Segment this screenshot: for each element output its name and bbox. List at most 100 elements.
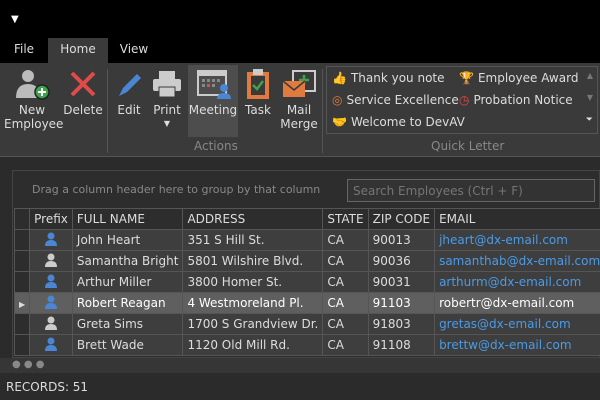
row-indicator — [13, 229, 31, 251]
female-user-icon — [45, 316, 58, 330]
stopwatch-icon: ◷ — [459, 93, 470, 107]
quick-access-dropdown-icon[interactable]: ▼ — [11, 14, 19, 25]
quick-letter-welcome[interactable]: 🤝 Welcome to DevAV — [332, 115, 465, 129]
ribbon-tabs: File Home View — [0, 38, 600, 63]
table-row[interactable]: Samantha Bright 5801 Wilshire Blvd. CA 9… — [13, 250, 600, 272]
table-row[interactable]: Arthur Miller 3800 Homer St. CA 90031 ar… — [13, 271, 600, 293]
search-employees-input[interactable] — [347, 179, 595, 202]
prefix-cell — [29, 229, 73, 251]
full-name-cell: Robert Reagan — [71, 292, 184, 314]
column-header-address[interactable]: ADDRESS — [182, 208, 324, 230]
meeting-button[interactable]: Meeting — [188, 65, 238, 137]
title-bar: ▼ — [0, 0, 600, 38]
column-header-zip-code[interactable]: ZIP CODE — [367, 208, 436, 230]
quick-letter-employee-award[interactable]: 🏆 Employee Award — [459, 71, 578, 85]
mail-merge-button[interactable]: Mail Merge — [278, 65, 320, 137]
male-user-icon — [45, 337, 58, 351]
task-button[interactable]: Task — [240, 65, 276, 137]
records-count: RECORDS: 51 — [6, 380, 89, 394]
row-indicator — [13, 313, 31, 335]
full-name-cell: John Heart — [71, 229, 184, 251]
email-link[interactable]: gretas@dx-email.com — [434, 313, 600, 335]
indicator-header — [13, 208, 31, 230]
table-row[interactable]: Greta Sims 1700 S Grandview Dr. CA 91803… — [13, 313, 600, 335]
envelope-plus-icon — [278, 65, 320, 103]
address-cell: 351 S Hill St. — [182, 229, 324, 251]
new-employee-button[interactable]: New Employee — [4, 65, 63, 137]
address-cell: 3800 Homer St. — [182, 271, 324, 293]
column-header-full-name[interactable]: FULL NAME — [71, 208, 184, 230]
clipboard-check-icon — [240, 65, 276, 103]
state-cell: CA — [322, 292, 369, 314]
email-link[interactable]: brettw@dx-email.com — [434, 334, 600, 356]
state-cell: CA — [322, 250, 369, 272]
quick-letter-group-label: Quick Letter — [431, 139, 505, 153]
row-indicator — [13, 334, 31, 356]
zip-code-cell: 90013 — [367, 229, 436, 251]
email-link[interactable]: robertr@dx-email.com — [434, 292, 600, 314]
gallery-expand-icon[interactable]: ⏷ — [586, 115, 593, 125]
more-indicator[interactable]: ● ● ● — [0, 358, 600, 373]
address-cell: 1700 S Grandview Dr. — [182, 313, 324, 335]
zip-code-cell: 91803 — [367, 313, 436, 335]
delete-x-icon — [62, 65, 104, 103]
male-user-icon — [45, 295, 58, 309]
calendar-user-icon — [188, 65, 238, 103]
male-user-icon — [45, 232, 58, 246]
add-user-icon — [4, 65, 60, 103]
column-header-state[interactable]: STATE — [322, 208, 369, 230]
printer-icon — [148, 65, 186, 103]
full-name-cell: Arthur Miller — [71, 271, 184, 293]
employee-table: Prefix FULL NAME ADDRESS STATE ZIP CODE … — [13, 208, 600, 356]
medal-icon: ◎ — [332, 93, 343, 107]
pencil-icon — [112, 65, 146, 103]
quick-letter-probation-notice[interactable]: ◷ Probation Notice — [459, 93, 573, 107]
gallery-scroll-down-icon[interactable]: ▼ — [587, 93, 593, 102]
row-indicator: ▶ — [13, 292, 31, 314]
full-name-cell: Brett Wade — [71, 334, 184, 356]
gallery-scroll-up-icon[interactable]: ▲ — [587, 71, 593, 80]
table-row[interactable]: John Heart 351 S Hill St. CA 90013 jhear… — [13, 229, 600, 251]
tab-file[interactable]: File — [5, 38, 43, 63]
delete-button[interactable]: Delete — [62, 65, 104, 137]
full-name-cell: Samantha Bright — [71, 250, 184, 272]
state-cell: CA — [322, 229, 369, 251]
prefix-cell — [29, 313, 73, 335]
row-indicator — [13, 250, 31, 272]
graduate-icon — [45, 253, 58, 267]
trophy-icon: 🏆 — [459, 71, 474, 85]
table-row[interactable]: ▶ Robert Reagan 4 Westmoreland Pl. CA 91… — [13, 292, 600, 314]
separator — [322, 69, 323, 153]
male-user-icon — [45, 274, 58, 288]
thumbs-up-icon: 👍 — [332, 71, 347, 85]
prefix-cell — [29, 271, 73, 293]
quick-letter-thank-you-note[interactable]: 👍 Thank you note — [332, 71, 445, 85]
group-panel[interactable]: Drag a column header here to group by th… — [32, 183, 320, 196]
zip-code-cell: 90036 — [367, 250, 436, 272]
address-cell: 5801 Wilshire Blvd. — [182, 250, 324, 272]
address-cell: 4 Westmoreland Pl. — [182, 292, 324, 314]
column-header-email[interactable]: EMAIL — [434, 208, 600, 230]
tab-home[interactable]: Home — [48, 38, 108, 63]
separator — [107, 69, 108, 153]
state-cell: CA — [322, 313, 369, 335]
prefix-cell — [29, 292, 73, 314]
email-link[interactable]: samanthab@dx-email.com — [434, 250, 600, 272]
email-link[interactable]: jheart@dx-email.com — [434, 229, 600, 251]
print-button[interactable]: Print ▼ — [148, 65, 186, 137]
quick-letter-service-excellence[interactable]: ◎ Service Excellence — [332, 93, 459, 107]
actions-group-label: Actions — [194, 139, 238, 153]
zip-code-cell: 91103 — [367, 292, 436, 314]
prefix-cell — [29, 250, 73, 272]
address-cell: 1120 Old Mill Rd. — [182, 334, 324, 356]
prefix-cell — [29, 334, 73, 356]
tab-view[interactable]: View — [112, 38, 156, 63]
row-indicator — [13, 271, 31, 293]
state-cell: CA — [322, 334, 369, 356]
edit-button[interactable]: Edit — [112, 65, 146, 137]
current-row-icon: ▶ — [19, 300, 26, 309]
zip-code-cell: 90031 — [367, 271, 436, 293]
table-row[interactable]: Brett Wade 1120 Old Mill Rd. CA 91108 br… — [13, 334, 600, 356]
email-link[interactable]: arthurm@dx-email.com — [434, 271, 600, 293]
column-header-prefix[interactable]: Prefix — [29, 208, 73, 230]
